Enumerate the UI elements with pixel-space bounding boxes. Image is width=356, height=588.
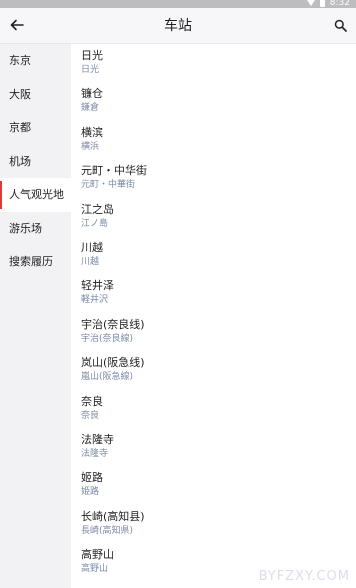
- station-name: 姬路: [81, 471, 103, 485]
- station-item[interactable]: 横滨 横浜: [71, 121, 356, 159]
- station-local-name: 川越: [81, 256, 100, 267]
- sidebar-item[interactable]: 东京: [0, 44, 71, 78]
- station-local-name: 軽井沢: [81, 295, 109, 306]
- station-name: 镰仓: [81, 87, 103, 101]
- station-local-name: 奈良: [81, 410, 100, 421]
- station-local-name: 日光: [81, 65, 100, 75]
- sidebar-item-label: 搜索履历: [9, 255, 53, 268]
- station-item[interactable]: 岚山(阪急线) 嵐山(阪急線): [71, 351, 356, 389]
- category-sidebar: 东京大阪京都机场人气观光地游乐场搜索履历: [0, 44, 71, 588]
- station-item[interactable]: 奈良 奈良: [71, 390, 356, 428]
- sidebar-item-label: 机场: [9, 154, 31, 168]
- sidebar-item-label: 大阪: [9, 87, 31, 101]
- station-item[interactable]: 镰仓 鎌倉: [71, 82, 356, 120]
- station-list: 日光 日光 镰仓 鎌倉 横滨 横浜 元町・中华街 元町・中華街 江之岛 江ノ島 川越 川越 轻井泽 軽井沢…: [71, 44, 356, 588]
- station-name: 元町・中华街: [81, 164, 147, 178]
- watermark: BYFZXY.COM: [258, 569, 350, 584]
- station-item[interactable]: 轻井泽 軽井沢: [71, 274, 356, 312]
- sidebar-item[interactable]: 京都: [0, 111, 71, 145]
- station-local-name: 横浜: [81, 141, 100, 152]
- station-local-name: 嵐山(阪急線): [81, 372, 134, 383]
- station-name: 法隆寺: [81, 432, 114, 446]
- station-local-name: 法隆寺: [81, 448, 109, 459]
- station-name: 奈良: [81, 394, 103, 408]
- station-name: 岚山(阪急线): [81, 356, 145, 370]
- station-local-name: 姫路: [81, 487, 100, 498]
- station-local-name: 宇治(奈良線): [81, 333, 134, 344]
- sidebar-item[interactable]: 人气观光地: [0, 178, 71, 212]
- wifi-icon: [306, 0, 315, 6]
- station-name: 长崎(高知县): [81, 509, 145, 523]
- sidebar-item[interactable]: 机场: [0, 145, 71, 179]
- station-name: 日光: [81, 49, 103, 62]
- battery-icon: [319, 0, 325, 7]
- station-name: 宇治(奈良线): [81, 317, 145, 331]
- sidebar-item-label: 游乐场: [9, 221, 42, 235]
- station-item[interactable]: 元町・中华街 元町・中華街: [71, 159, 356, 197]
- sidebar-item-label: 东京: [9, 54, 31, 67]
- station-local-name: 元町・中華街: [81, 180, 136, 191]
- station-local-name: 長崎(高知県): [81, 525, 134, 536]
- search-icon[interactable]: [329, 14, 351, 36]
- station-item[interactable]: 川越 川越: [71, 236, 356, 274]
- station-local-name: 鎌倉: [81, 103, 100, 114]
- status-bar: 8:32: [0, 0, 356, 8]
- station-item[interactable]: 法隆寺 法隆寺: [71, 428, 356, 466]
- sidebar-item[interactable]: 搜索履历: [0, 245, 71, 279]
- station-item[interactable]: 江之岛 江ノ島: [71, 198, 356, 236]
- station-item[interactable]: 日光 日光: [71, 44, 356, 82]
- station-local-name: 江ノ島: [81, 218, 109, 229]
- page-title: 车站: [164, 18, 192, 34]
- app-bar: 车站: [0, 8, 356, 44]
- station-name: 轻井泽: [81, 279, 114, 293]
- station-name: 江之岛: [81, 202, 114, 216]
- station-name: 高野山: [81, 548, 114, 562]
- station-item[interactable]: 姬路 姫路: [71, 466, 356, 504]
- station-name: 横滨: [81, 125, 103, 139]
- station-item[interactable]: 宇治(奈良线) 宇治(奈良線): [71, 313, 356, 351]
- sidebar-item[interactable]: 大阪: [0, 78, 71, 112]
- sidebar-item-label: 京都: [9, 121, 31, 134]
- sidebar-item-label: 人气观光地: [9, 188, 64, 201]
- sidebar-item[interactable]: 游乐场: [0, 212, 71, 246]
- station-item[interactable]: 长崎(高知县) 長崎(高知県): [71, 505, 356, 543]
- station-name: 川越: [81, 240, 103, 254]
